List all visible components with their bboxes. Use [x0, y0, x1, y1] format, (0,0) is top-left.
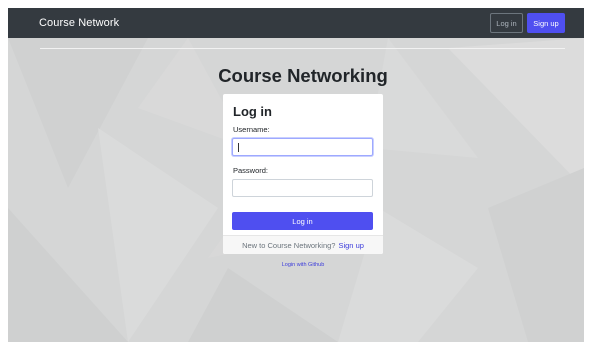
login-submit-button[interactable]: Log in [232, 212, 373, 230]
username-input[interactable] [232, 138, 373, 156]
text-cursor [238, 143, 239, 152]
brand-link[interactable]: Course Network [39, 15, 119, 31]
top-navbar: Course Network Log in Sign up [8, 8, 584, 38]
github-login-link: Login with Github [8, 262, 584, 268]
nav-login-button[interactable]: Log in [490, 13, 523, 33]
nav-signup-button[interactable]: Sign up [527, 13, 565, 33]
signup-link[interactable]: Sign up [338, 241, 363, 250]
login-card-title: Log in [233, 104, 272, 119]
divider [40, 48, 565, 49]
page-title: Course Networking [218, 65, 388, 86]
card-footer: New to Course Networking? Sign up [223, 235, 383, 254]
password-input[interactable] [232, 179, 373, 197]
github-login-link-text[interactable]: Login with Github [282, 262, 325, 268]
password-label: Password: [233, 166, 269, 175]
page-frame: Course Network Log in Sign up Course Net… [8, 8, 584, 342]
signup-prompt-text: New to Course Networking? [242, 240, 336, 250]
username-label: Username: [233, 125, 270, 134]
login-card: Log in Username: Password: Log in New to… [223, 94, 383, 254]
